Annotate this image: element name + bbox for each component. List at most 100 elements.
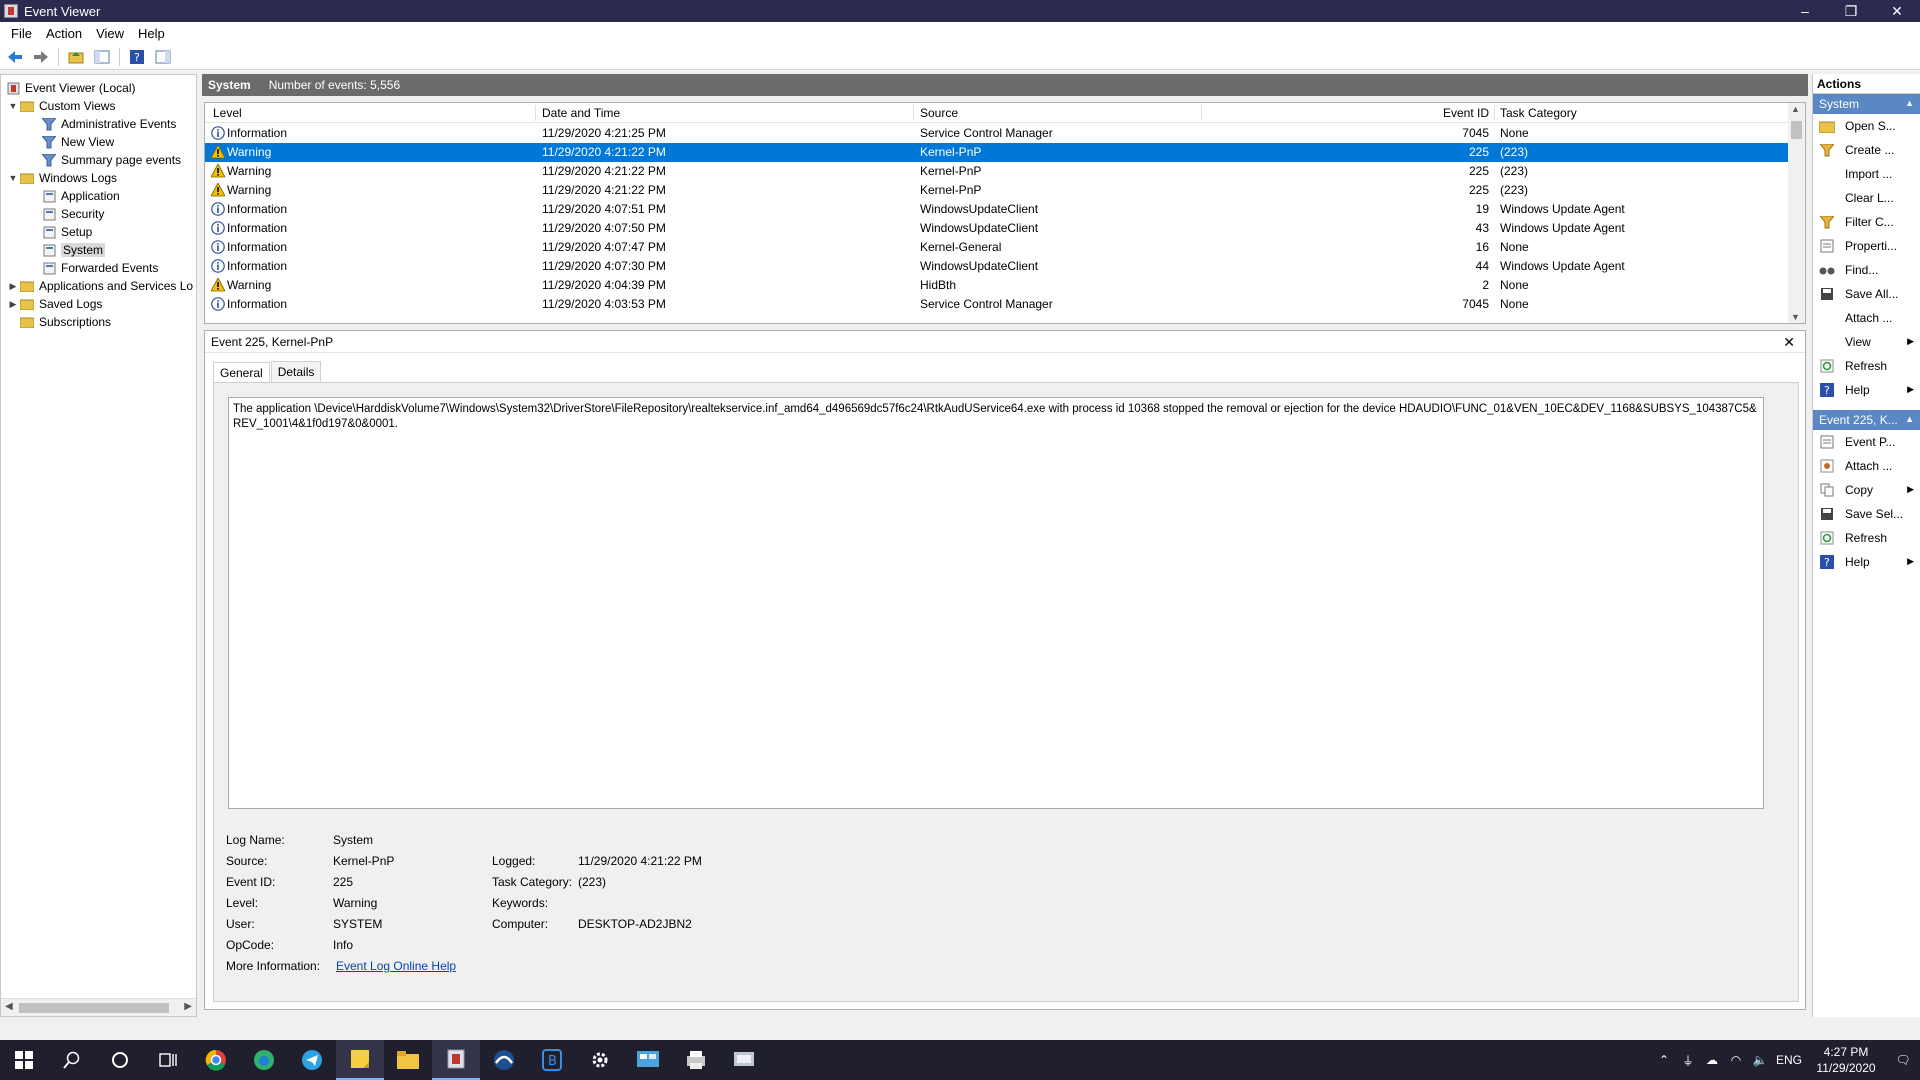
tab-general[interactable]: General bbox=[213, 362, 270, 383]
scrollbar-thumb[interactable] bbox=[19, 1003, 169, 1013]
collapsed-chevron-icon[interactable]: ▶ bbox=[7, 281, 19, 292]
control-panel-icon[interactable] bbox=[624, 1040, 672, 1080]
show-hide-action-pane-icon[interactable] bbox=[152, 47, 174, 67]
column-header-task-category[interactable]: Task Category bbox=[1500, 106, 1577, 120]
column-divider[interactable] bbox=[913, 105, 914, 121]
tree-node-security[interactable]: Security bbox=[41, 205, 104, 223]
action-save-all-events[interactable]: Save All... bbox=[1813, 282, 1920, 306]
menu-help[interactable]: Help bbox=[131, 26, 172, 41]
search-icon[interactable] bbox=[48, 1040, 96, 1080]
action-open-saved-log[interactable]: Open S... bbox=[1813, 114, 1920, 138]
onedrive-icon[interactable]: ☁ bbox=[1700, 1053, 1724, 1067]
event-row[interactable]: Information 11/29/2020 4:07:30 PM WindowsU… bbox=[205, 257, 1789, 276]
value-log-name[interactable]: System bbox=[333, 833, 373, 847]
back-arrow-icon[interactable] bbox=[4, 47, 26, 67]
action-filter-current-log[interactable]: Filter C... bbox=[1813, 210, 1920, 234]
settings-gear-icon[interactable] bbox=[576, 1040, 624, 1080]
tree-node-subscriptions[interactable]: Subscriptions bbox=[19, 313, 111, 331]
value-task-category[interactable]: (223) bbox=[578, 875, 606, 889]
event-row[interactable]: Warning 11/29/2020 4:21:22 PM Kernel-PnP 22… bbox=[205, 181, 1789, 200]
event-row[interactable]: Information 11/29/2020 4:07:47 PM Kernel-G… bbox=[205, 238, 1789, 257]
action-properties[interactable]: Properti... bbox=[1813, 234, 1920, 258]
scroll-up-icon[interactable]: ▲ bbox=[1791, 104, 1800, 114]
actions-section-system[interactable]: System ▲ bbox=[1813, 94, 1920, 114]
event-row[interactable]: Information 11/29/2020 4:07:51 PM WindowsU… bbox=[205, 200, 1789, 219]
tree-node-administrative-events[interactable]: Administrative Events bbox=[41, 115, 176, 133]
edge-icon[interactable] bbox=[240, 1040, 288, 1080]
tree-node-setup[interactable]: Setup bbox=[41, 223, 92, 241]
task-view-icon[interactable] bbox=[144, 1040, 192, 1080]
collapse-section-icon[interactable]: ▲ bbox=[1905, 98, 1914, 108]
menu-view[interactable]: View bbox=[89, 26, 131, 41]
event-description[interactable]: The application \Device\HarddiskVolume7\… bbox=[228, 397, 1764, 809]
sticky-notes-icon[interactable] bbox=[336, 1040, 384, 1080]
chrome-icon[interactable] bbox=[192, 1040, 240, 1080]
bluetooth-app-icon[interactable]: B bbox=[528, 1040, 576, 1080]
column-header-source[interactable]: Source bbox=[920, 106, 958, 120]
notifications-icon[interactable]: 🗨 bbox=[1886, 1053, 1920, 1067]
value-logged[interactable]: 11/29/2020 4:21:22 PM bbox=[578, 854, 702, 868]
tree-node-applications-services[interactable]: ▶ Applications and Services Lo bbox=[7, 277, 194, 295]
column-header-event-id[interactable]: Event ID bbox=[1443, 106, 1489, 120]
event-row[interactable]: Warning 11/29/2020 4:04:39 PM HidBth 2 None bbox=[205, 276, 1789, 295]
telegram-icon[interactable] bbox=[288, 1040, 336, 1080]
maximize-button[interactable]: ❐ bbox=[1828, 0, 1874, 22]
minimize-button[interactable]: – bbox=[1782, 0, 1828, 22]
action-help[interactable]: ? Help ▶ bbox=[1813, 378, 1920, 402]
tree-node-application[interactable]: Application bbox=[41, 187, 120, 205]
help-icon[interactable]: ? bbox=[126, 47, 148, 67]
printer-app-icon[interactable] bbox=[672, 1040, 720, 1080]
input-language[interactable]: ENG bbox=[1772, 1053, 1806, 1067]
action-refresh[interactable]: Refresh bbox=[1813, 354, 1920, 378]
up-folder-icon[interactable] bbox=[65, 47, 87, 67]
scroll-down-icon[interactable]: ▼ bbox=[1791, 312, 1800, 322]
forward-arrow-icon[interactable] bbox=[30, 47, 52, 67]
column-header-date[interactable]: Date and Time bbox=[542, 106, 620, 120]
tree-horizontal-scrollbar[interactable]: ◀ ▶ bbox=[1, 998, 196, 1016]
expanded-chevron-icon[interactable]: ▼ bbox=[7, 173, 19, 183]
event-row[interactable]: Information 11/29/2020 4:07:50 PM WindowsU… bbox=[205, 219, 1789, 238]
tree-node-forwarded-events[interactable]: Forwarded Events bbox=[41, 259, 158, 277]
event-row[interactable]: Warning 11/29/2020 4:21:22 PM Kernel-PnP 22… bbox=[205, 143, 1789, 162]
event-row[interactable]: Warning 11/29/2020 4:21:22 PM Kernel-PnP 22… bbox=[205, 162, 1789, 181]
close-detail-icon[interactable]: ✕ bbox=[1783, 334, 1795, 351]
scroll-right-icon[interactable]: ▶ bbox=[184, 1001, 192, 1012]
value-event-id[interactable]: 225 bbox=[333, 875, 353, 889]
column-divider[interactable] bbox=[535, 105, 536, 121]
event-row[interactable]: Information 11/29/2020 4:21:25 PM Service … bbox=[205, 124, 1789, 143]
tree-node-custom-views[interactable]: ▼ Custom Views bbox=[7, 97, 116, 115]
action-save-selected-events[interactable]: Save Sel... bbox=[1813, 502, 1920, 526]
usb-icon[interactable]: ⏚ bbox=[1676, 1052, 1700, 1069]
collapse-section-icon[interactable]: ▲ bbox=[1905, 414, 1914, 424]
action-create-custom-view[interactable]: Create ... bbox=[1813, 138, 1920, 162]
tree-node-summary-page-events[interactable]: Summary page events bbox=[41, 151, 181, 169]
event-log-online-help-link[interactable]: Event Log Online Help bbox=[336, 959, 456, 973]
file-explorer-icon[interactable] bbox=[384, 1040, 432, 1080]
tree-node-windows-logs[interactable]: ▼ Windows Logs bbox=[7, 169, 118, 187]
scroll-left-icon[interactable]: ◀ bbox=[5, 1001, 13, 1012]
close-button[interactable]: ✕ bbox=[1874, 0, 1920, 22]
scrollbar-thumb[interactable] bbox=[1791, 121, 1802, 139]
menu-action[interactable]: Action bbox=[39, 26, 89, 41]
action-event-properties[interactable]: Event P... bbox=[1813, 430, 1920, 454]
action-clear-log[interactable]: Clear L... bbox=[1813, 186, 1920, 210]
show-hide-tree-icon[interactable] bbox=[91, 47, 113, 67]
event-row[interactable]: Information 11/29/2020 4:03:53 PM Service … bbox=[205, 295, 1789, 314]
column-divider[interactable] bbox=[1494, 105, 1495, 121]
value-source[interactable]: Kernel-PnP bbox=[333, 854, 394, 868]
action-find[interactable]: Find... bbox=[1813, 258, 1920, 282]
menu-file[interactable]: File bbox=[4, 26, 39, 41]
actions-section-event[interactable]: Event 225, K... ▲ bbox=[1813, 410, 1920, 430]
tree-node-system[interactable]: System bbox=[41, 241, 106, 259]
collapsed-chevron-icon[interactable]: ▶ bbox=[7, 299, 19, 310]
clock[interactable]: 4:27 PM 11/29/2020 bbox=[1806, 1044, 1886, 1076]
action-view[interactable]: View ▶ bbox=[1813, 330, 1920, 354]
action-refresh[interactable]: Refresh bbox=[1813, 526, 1920, 550]
tree-node-root[interactable]: Event Viewer (Local) bbox=[5, 79, 136, 97]
column-header-level[interactable]: Level bbox=[213, 106, 242, 120]
value-user[interactable]: SYSTEM bbox=[333, 917, 382, 931]
event-viewer-taskbar-icon[interactable] bbox=[432, 1040, 480, 1080]
start-button[interactable] bbox=[0, 1040, 48, 1080]
value-computer[interactable]: DESKTOP-AD2JBN2 bbox=[578, 917, 692, 931]
expanded-chevron-icon[interactable]: ▼ bbox=[7, 101, 19, 111]
